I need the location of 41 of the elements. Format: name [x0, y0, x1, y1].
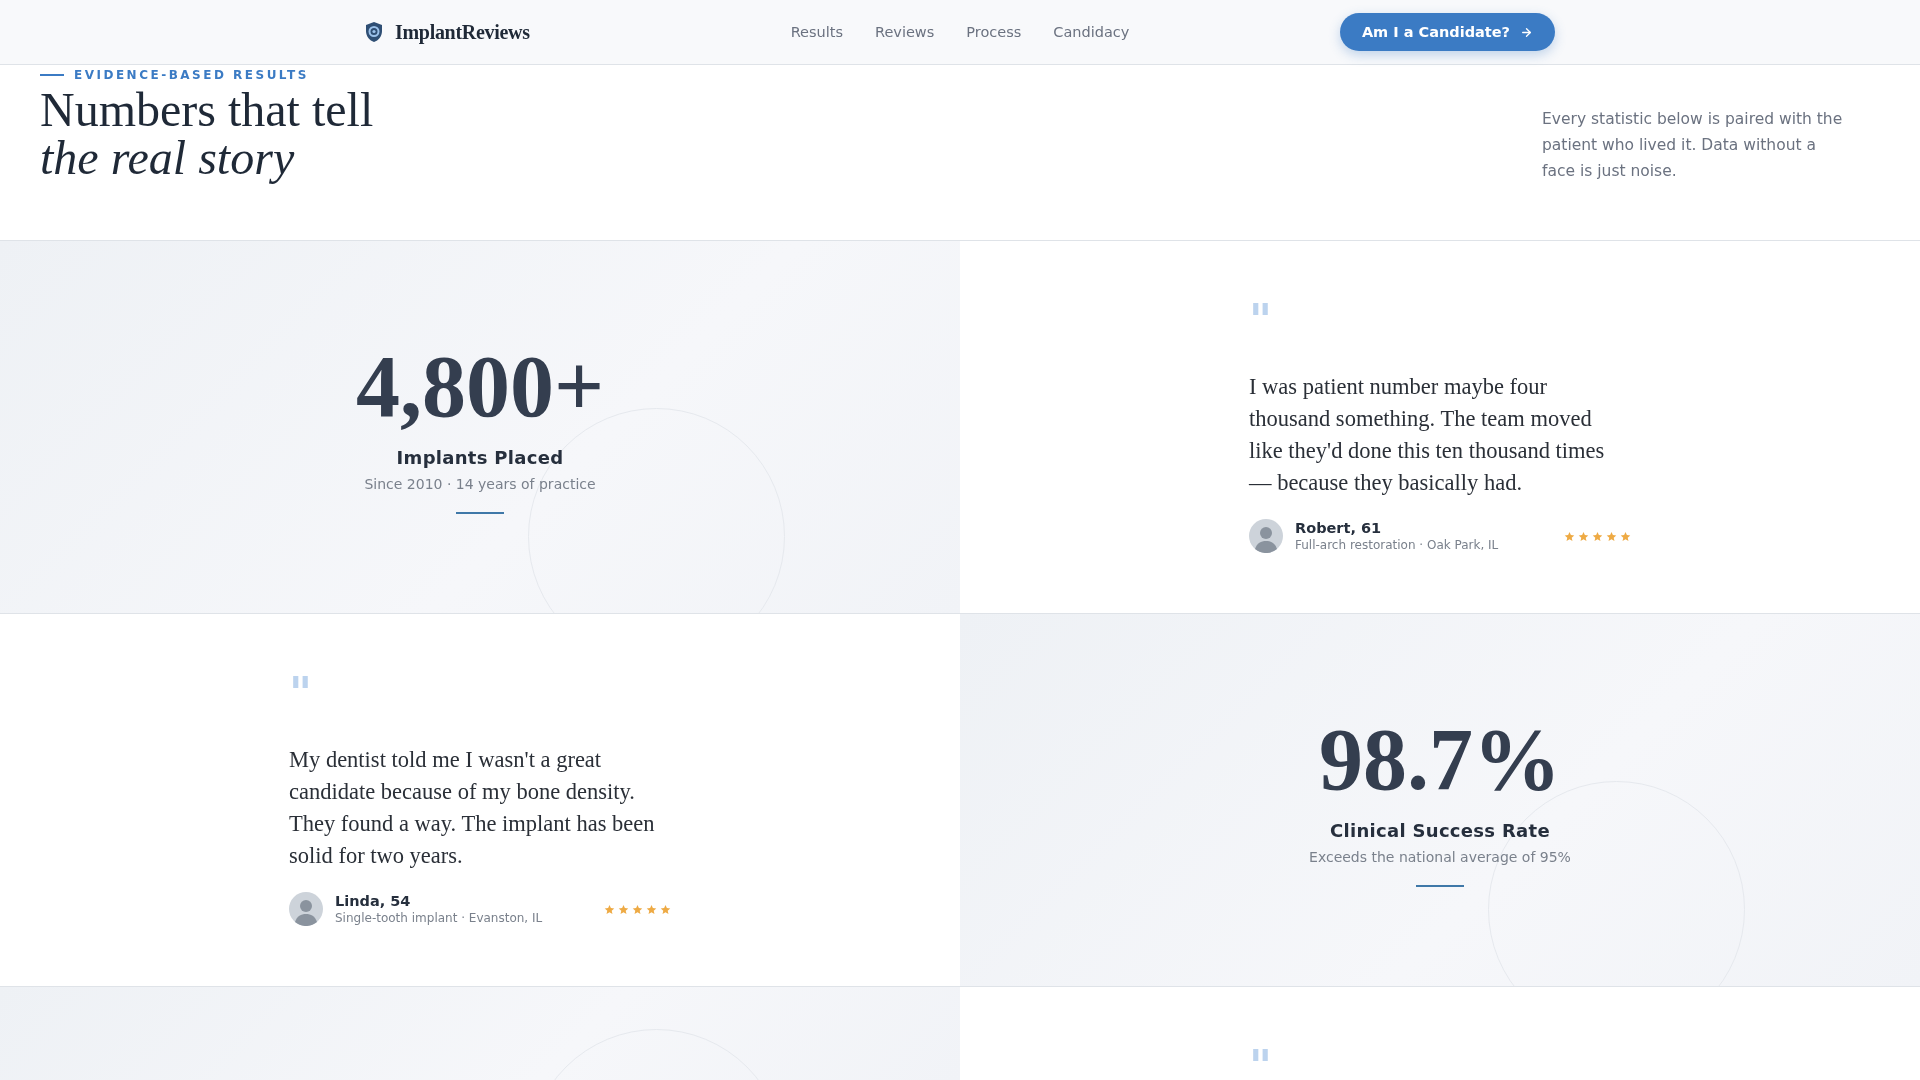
- section-title-line: the real story: [40, 134, 296, 182]
- avatar-icon: [1249, 519, 1283, 553]
- quote-mark: ": [1249, 1047, 1273, 1077]
- author-name: Linda, 54: [335, 893, 412, 909]
- nav-link[interactable]: Results: [790, 24, 843, 40]
- star-icon: [604, 903, 615, 915]
- shield-logo-icon: [365, 21, 383, 43]
- star-icon: [1592, 530, 1603, 542]
- section-title-line: Numbers that tell: [40, 86, 374, 134]
- star-icon: [1578, 530, 1589, 542]
- author-detail: Single-tooth implant · Evanston, IL: [335, 911, 544, 925]
- stat-note: Exceeds the national average of 95%: [1309, 848, 1571, 865]
- candidate-button[interactable]: Am I a Candidate?: [1339, 13, 1555, 51]
- stat-label: Implants Placed: [396, 446, 564, 468]
- author-detail: Full-arch restoration · Oak Park, IL: [1295, 538, 1500, 552]
- author-name: Robert, 61: [1295, 520, 1383, 536]
- star-icon: [632, 903, 643, 915]
- stat-label: Clinical Success Rate: [1330, 819, 1550, 841]
- quote-mark: ": [289, 674, 313, 704]
- star-icon: [1564, 530, 1575, 542]
- nav-link[interactable]: Reviews: [875, 24, 935, 40]
- avatar-icon: [289, 892, 323, 926]
- nav-link[interactable]: Candidacy: [1053, 24, 1130, 40]
- section-intro: Every statistic below is paired with the patient who lived it. Data without a face is just noise.: [1542, 109, 1844, 182]
- section-eyebrow: EVIDENCE-BASED RESULTS: [74, 68, 309, 82]
- accent-rule: [1416, 884, 1464, 887]
- testimonial-quote: My dentist told me I wasn't a great candidate because of my bone density. They found a way. The implant has been solid for two years.: [289, 746, 656, 870]
- brand-name: ImplantReviews: [395, 20, 530, 44]
- testimonial-quote: I was patient number maybe four thousand something. The team moved like they'd done this ten thousand times — because they basically had.: [1249, 373, 1606, 497]
- accent-rule: [456, 511, 504, 514]
- stat-value: 4,800+: [355, 340, 605, 433]
- nav-link[interactable]: Process: [966, 24, 1022, 40]
- arrow-right-icon: [1520, 25, 1533, 39]
- stat-note: Since 2010 · 14 years of practice: [364, 475, 596, 492]
- quote-mark: ": [1249, 301, 1273, 331]
- star-icon: [1620, 530, 1631, 542]
- star-icon: [1606, 530, 1617, 542]
- star-icon: [646, 903, 657, 915]
- star-icon: [618, 903, 629, 915]
- stat-value: 98.7%: [1319, 713, 1561, 806]
- star-icon: [660, 903, 671, 915]
